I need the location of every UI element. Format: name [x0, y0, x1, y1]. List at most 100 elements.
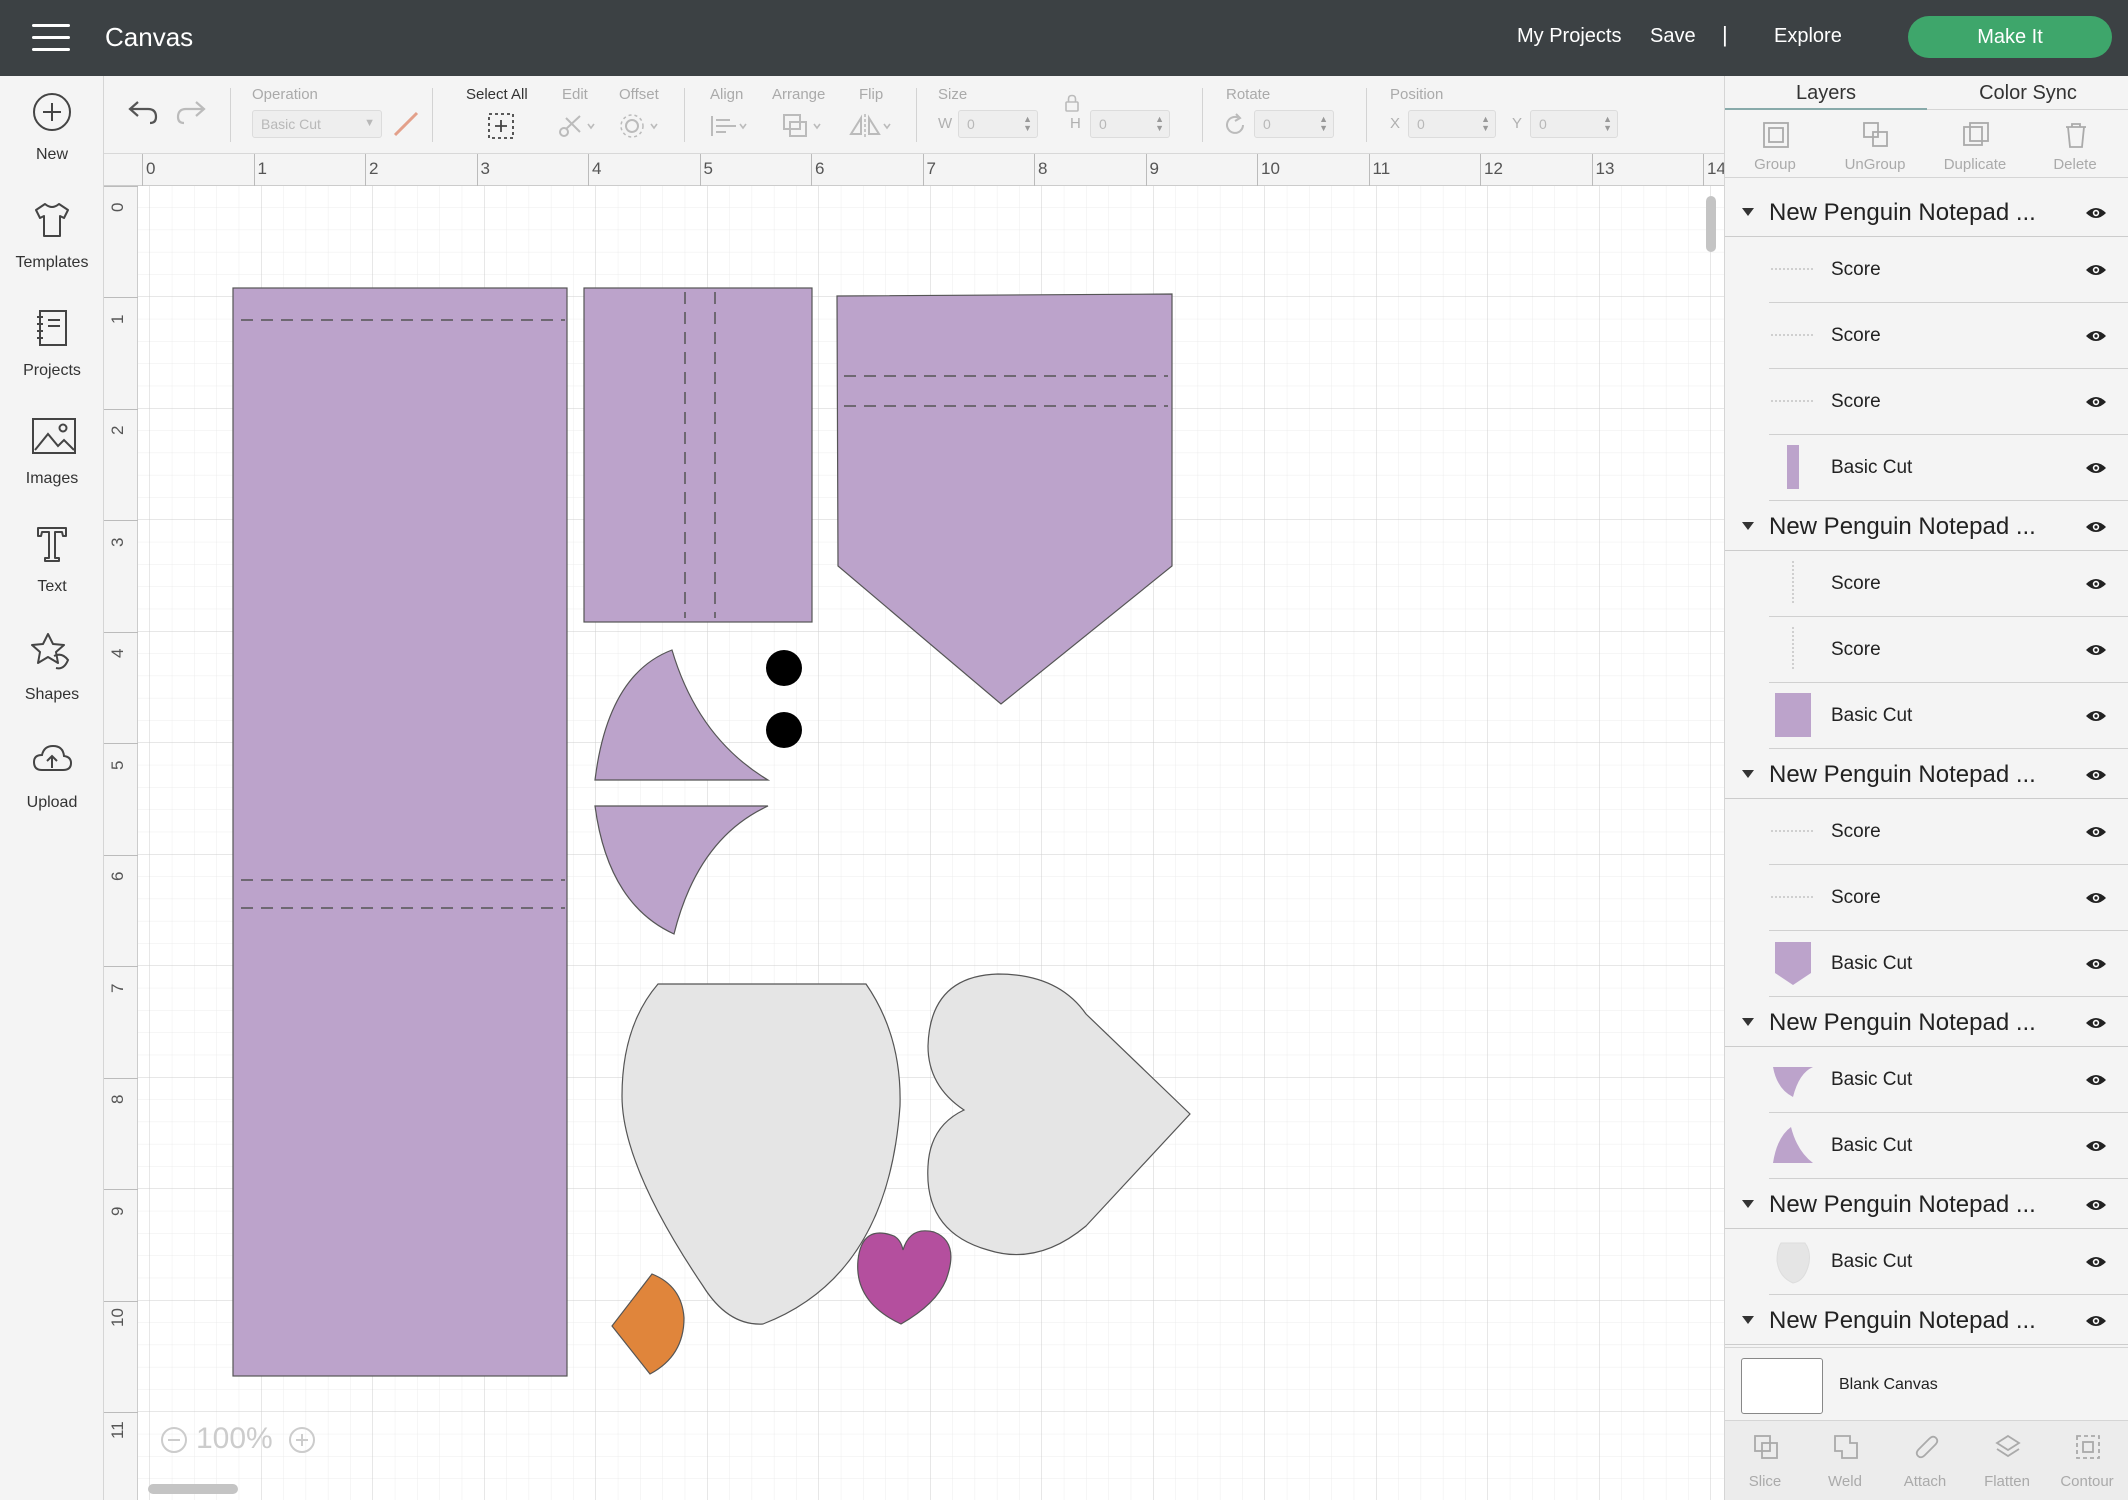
- layer-group-header[interactable]: New Penguin Notepad ...: [1725, 503, 2128, 551]
- layer-row[interactable]: Score: [1769, 799, 2128, 865]
- blank-canvas-row[interactable]: Blank Canvas: [1725, 1347, 2128, 1419]
- operation-value: Basic Cut: [261, 116, 321, 132]
- vertical-scrollbar[interactable]: [1706, 196, 1716, 252]
- height-input[interactable]: 0 ▲ ▼: [1090, 110, 1170, 138]
- stepper-icon[interactable]: ▲ ▼: [1603, 115, 1612, 133]
- rotate-input[interactable]: 0 ▲ ▼: [1254, 110, 1334, 138]
- arrange-icon[interactable]: [780, 112, 824, 140]
- redo-icon[interactable]: [174, 96, 208, 126]
- stepper-icon[interactable]: ▲ ▼: [1023, 115, 1032, 133]
- eye-icon[interactable]: [2085, 263, 2107, 277]
- slice-button[interactable]: Slice: [1725, 1421, 1805, 1500]
- caret-down-icon[interactable]: [1742, 1316, 1754, 1324]
- horizontal-scrollbar[interactable]: [148, 1484, 238, 1494]
- eye-icon[interactable]: [2085, 1139, 2107, 1153]
- eye-icon[interactable]: [2085, 643, 2107, 657]
- group-button[interactable]: Group: [1725, 112, 1825, 178]
- save-link[interactable]: Save: [1650, 25, 1696, 48]
- layer-row[interactable]: Score: [1769, 303, 2128, 369]
- ungroup-button[interactable]: UnGroup: [1825, 112, 1925, 178]
- canvas-drawing[interactable]: [138, 186, 1724, 1500]
- layer-group-header[interactable]: New Penguin Notepad ...: [1725, 1297, 2128, 1345]
- operation-select[interactable]: Basic Cut ▼: [252, 110, 382, 138]
- layer-row[interactable]: Score: [1769, 369, 2128, 435]
- y-position-input[interactable]: 0 ▲ ▼: [1530, 110, 1618, 138]
- layer-row[interactable]: Score: [1769, 865, 2128, 931]
- tab-layers[interactable]: Layers: [1725, 76, 1927, 110]
- eye-icon[interactable]: [2085, 825, 2107, 839]
- edit-scissors-icon[interactable]: [556, 112, 596, 140]
- sidebar-item-templates[interactable]: Templates: [0, 188, 104, 288]
- eye-icon[interactable]: [2085, 1255, 2107, 1269]
- eye-dot-shape[interactable]: [766, 712, 802, 748]
- stepper-icon[interactable]: ▲ ▼: [1155, 115, 1164, 133]
- offset-icon[interactable]: [619, 112, 659, 140]
- select-all-icon[interactable]: [486, 112, 516, 140]
- eye-icon[interactable]: [2085, 957, 2107, 971]
- sidebar-item-upload[interactable]: Upload: [0, 728, 104, 828]
- layer-row[interactable]: Basic Cut: [1769, 1113, 2128, 1179]
- stepper-icon[interactable]: ▲ ▼: [1319, 115, 1328, 133]
- eye-icon[interactable]: [2085, 709, 2107, 723]
- layer-group-header[interactable]: New Penguin Notepad ...: [1725, 999, 2128, 1047]
- hamburger-menu-icon[interactable]: [32, 22, 70, 54]
- my-projects-link[interactable]: My Projects: [1517, 25, 1621, 48]
- layer-row[interactable]: Basic Cut: [1769, 435, 2128, 501]
- caret-down-icon[interactable]: [1742, 522, 1754, 530]
- layer-row[interactable]: Basic Cut: [1769, 931, 2128, 997]
- layer-row[interactable]: Basic Cut: [1769, 1229, 2128, 1295]
- explore-link[interactable]: Explore: [1774, 25, 1842, 48]
- sidebar-item-projects[interactable]: Projects: [0, 296, 104, 396]
- caret-down-icon[interactable]: [1742, 770, 1754, 778]
- caret-down-icon[interactable]: [1742, 1018, 1754, 1026]
- sidebar-item-shapes[interactable]: Shapes: [0, 620, 104, 720]
- eye-dot-shape[interactable]: [766, 650, 802, 686]
- align-icon[interactable]: [708, 112, 748, 140]
- eye-icon[interactable]: [2085, 1314, 2107, 1328]
- duplicate-button[interactable]: Duplicate: [1925, 112, 2025, 178]
- eye-icon[interactable]: [2085, 1198, 2107, 1212]
- contour-button[interactable]: Contour: [2047, 1421, 2127, 1500]
- eye-icon[interactable]: [2085, 206, 2107, 220]
- eye-icon[interactable]: [2085, 1073, 2107, 1087]
- sidebar-item-images[interactable]: Images: [0, 404, 104, 504]
- tab-color-sync[interactable]: Color Sync: [1927, 76, 2128, 110]
- caret-down-icon[interactable]: [1742, 1200, 1754, 1208]
- design-canvas[interactable]: [138, 186, 1724, 1500]
- eye-icon[interactable]: [2085, 1016, 2107, 1030]
- zoom-in-icon[interactable]: [288, 1426, 316, 1454]
- width-input[interactable]: 0 ▲ ▼: [958, 110, 1038, 138]
- zoom-out-icon[interactable]: [160, 1426, 188, 1454]
- stepper-icon[interactable]: ▲ ▼: [1481, 115, 1490, 133]
- no-color-swatch-icon[interactable]: [392, 110, 420, 138]
- attach-button[interactable]: Attach: [1885, 1421, 1965, 1500]
- flip-icon[interactable]: [848, 112, 894, 140]
- layer-group-header[interactable]: New Penguin Notepad ...: [1725, 751, 2128, 799]
- layer-row[interactable]: Basic Cut: [1769, 683, 2128, 749]
- eye-icon[interactable]: [2085, 461, 2107, 475]
- eye-icon[interactable]: [2085, 577, 2107, 591]
- make-it-button[interactable]: Make It: [1908, 16, 2112, 58]
- lock-icon[interactable]: [1064, 94, 1080, 112]
- flatten-button[interactable]: Flatten: [1967, 1421, 2047, 1500]
- x-position-input[interactable]: 0 ▲ ▼: [1408, 110, 1496, 138]
- tall-rectangle-shape[interactable]: [232, 287, 568, 1377]
- eye-icon[interactable]: [2085, 329, 2107, 343]
- layer-group-header[interactable]: New Penguin Notepad ...: [1725, 189, 2128, 237]
- weld-button[interactable]: Weld: [1805, 1421, 1885, 1500]
- small-rectangle-shape[interactable]: [583, 287, 813, 623]
- sidebar-item-new[interactable]: New: [0, 80, 104, 180]
- eye-icon[interactable]: [2085, 891, 2107, 905]
- sidebar-item-text[interactable]: Text: [0, 512, 104, 612]
- layer-row[interactable]: Basic Cut: [1769, 1047, 2128, 1113]
- undo-icon[interactable]: [126, 96, 160, 126]
- layer-row[interactable]: Score: [1769, 551, 2128, 617]
- layer-group-header[interactable]: New Penguin Notepad ...: [1725, 1181, 2128, 1229]
- layer-row[interactable]: Score: [1769, 617, 2128, 683]
- eye-icon[interactable]: [2085, 395, 2107, 409]
- eye-icon[interactable]: [2085, 768, 2107, 782]
- delete-button[interactable]: Delete: [2025, 112, 2125, 178]
- eye-icon[interactable]: [2085, 520, 2107, 534]
- layer-row[interactable]: Score: [1769, 237, 2128, 303]
- caret-down-icon[interactable]: [1742, 208, 1754, 216]
